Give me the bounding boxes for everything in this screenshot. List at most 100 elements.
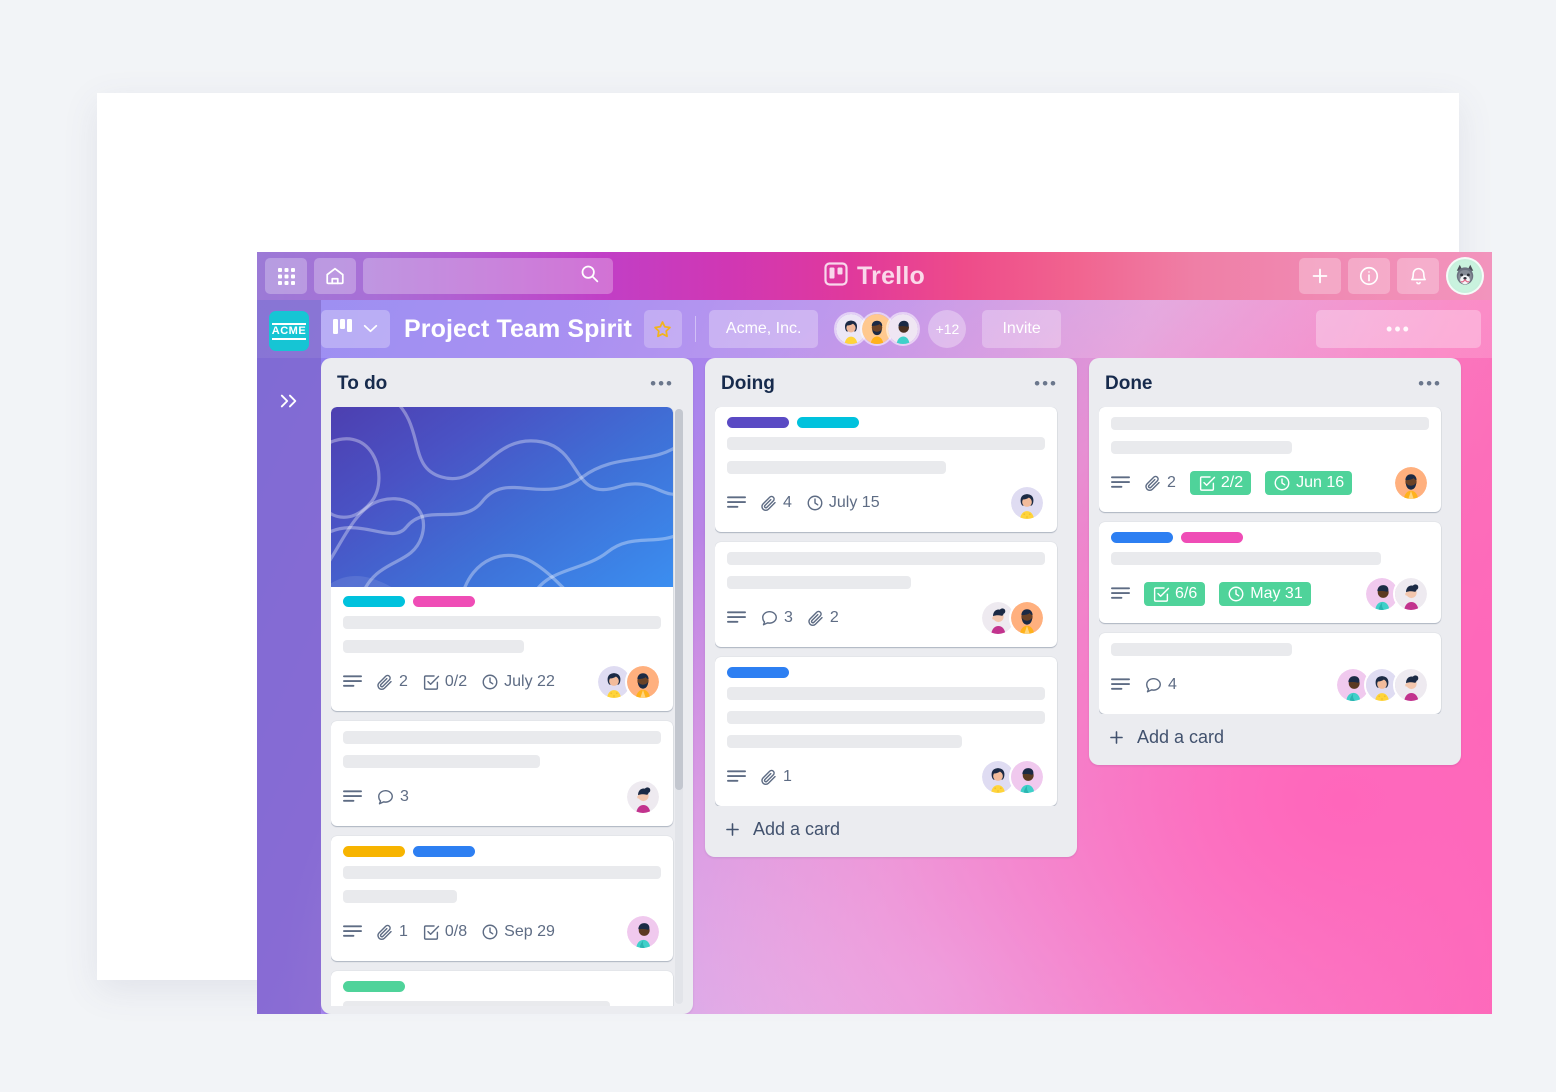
card-label[interactable] (343, 596, 405, 607)
card[interactable]: 1 0/8 Sep 29 (331, 836, 673, 961)
checklist-icon (422, 923, 440, 941)
ellipsis-icon[interactable]: ••• (1414, 374, 1446, 394)
attachment-icon (1144, 474, 1162, 492)
avatar[interactable] (1393, 576, 1429, 612)
bell-icon[interactable] (1397, 258, 1439, 294)
card-body: 2 0/2 July 22 (331, 587, 673, 700)
card[interactable]: 2 2/2 Jun 16 (1099, 407, 1441, 512)
board-view-switcher[interactable] (321, 310, 390, 348)
add-a-card-button[interactable]: Add a card (715, 806, 1067, 849)
add-a-card-button[interactable]: Add a card (1099, 714, 1451, 757)
list-title: To do (337, 373, 388, 394)
card-badges: 2 2/2 Jun 16 (1111, 465, 1429, 501)
ellipsis-icon[interactable]: ••• (646, 374, 678, 394)
avatar[interactable] (625, 914, 661, 950)
card-label[interactable] (1181, 532, 1243, 543)
card-body: 4 (1111, 643, 1429, 703)
info-icon[interactable] (1348, 258, 1390, 294)
board-title: Project Team Spirit (404, 314, 632, 343)
card[interactable]: 3 (331, 721, 673, 826)
badge-attachment: 1 (760, 768, 792, 786)
description-icon (343, 789, 362, 805)
card[interactable]: 2 0/2 July 22 (331, 407, 673, 711)
description-icon (727, 610, 746, 626)
plus-icon (723, 820, 742, 839)
list-done: Done ••• 2 2/2 Jun 16 6/6 May 31 4 Add a card (1089, 358, 1461, 765)
scrollbar-thumb[interactable] (675, 409, 683, 790)
workspace-sidebar: ACME (257, 300, 321, 1014)
card-label[interactable] (797, 417, 859, 428)
description-icon (343, 674, 362, 690)
badge-text: 2 (1167, 474, 1176, 491)
card-label[interactable] (413, 846, 475, 857)
badge-text: 0/8 (444, 923, 468, 940)
card-label[interactable] (413, 596, 475, 607)
acme-workspace-logo[interactable]: ACME (269, 311, 309, 351)
account-avatar[interactable] (1446, 257, 1484, 295)
card-label[interactable] (727, 417, 789, 428)
board-canvas: To do ••• 2 0/2 July 22 3 1 0/8 Sep 29 Doing ••• 4 J… (321, 358, 1492, 1014)
badge-description (343, 789, 362, 805)
list-scrollbar[interactable] (675, 409, 683, 1004)
badge-text: 1 (399, 923, 408, 940)
home-icon[interactable] (314, 258, 356, 294)
workspace-name[interactable]: Acme, Inc. (708, 310, 819, 348)
card-label[interactable] (343, 981, 405, 992)
badge-attachment: 2 (376, 673, 408, 691)
card[interactable]: 1 (715, 657, 1057, 806)
card-title-placeholder (343, 866, 661, 879)
card-members (625, 779, 661, 815)
card-labels (343, 846, 661, 857)
search-input[interactable] (363, 258, 613, 294)
plus-icon[interactable] (1299, 258, 1341, 294)
star-icon[interactable] (643, 310, 682, 348)
badge-checklist: 0/8 (422, 923, 467, 941)
description-icon (1111, 677, 1130, 693)
card[interactable]: 4 July 15 (715, 407, 1057, 532)
card-label[interactable] (727, 667, 789, 678)
brand-name: Trello (857, 261, 925, 290)
avatar[interactable] (886, 312, 921, 346)
board-members (834, 312, 921, 346)
avatar[interactable] (1009, 485, 1045, 521)
board-menu-button[interactable]: ••• (1316, 310, 1481, 348)
card[interactable]: 6/6 May 31 (1099, 522, 1441, 623)
avatar[interactable] (1393, 667, 1429, 703)
avatar[interactable] (1009, 600, 1045, 636)
description-icon (727, 495, 746, 511)
ellipsis-icon[interactable]: ••• (1030, 374, 1062, 394)
board-header-bar: Project Team Spirit Acme, Inc. +12 Invit… (257, 300, 1492, 358)
chevron-double-right-icon[interactable] (257, 378, 321, 424)
badge-description (343, 674, 362, 690)
card-title-placeholder (343, 890, 458, 903)
card-badges: 32 (727, 600, 1045, 636)
description-icon (343, 924, 362, 940)
description-icon (1111, 586, 1130, 602)
member-overflow-count[interactable]: +12 (928, 310, 967, 348)
card-title-placeholder (1111, 552, 1382, 565)
card-label[interactable] (1111, 532, 1173, 543)
card[interactable] (331, 971, 673, 1006)
avatar[interactable] (625, 779, 661, 815)
header-divider (694, 316, 696, 342)
card-body: 6/6 May 31 (1111, 532, 1429, 612)
card[interactable]: 32 (715, 542, 1057, 647)
avatar[interactable] (1009, 759, 1045, 795)
badge-description (1111, 677, 1130, 693)
clock-icon (806, 494, 824, 512)
card-body: 2 2/2 Jun 16 (1111, 417, 1429, 501)
card-labels (727, 667, 1045, 678)
badge-attachment: 2 (1144, 474, 1176, 492)
avatar[interactable] (625, 664, 661, 700)
card[interactable]: 4 (1099, 633, 1441, 714)
avatar[interactable] (1393, 465, 1429, 501)
topbar-actions (1299, 252, 1484, 300)
grid-apps-icon[interactable] (265, 258, 307, 294)
card-badges: 4 July 15 (727, 485, 1045, 521)
card-title-placeholder (727, 687, 1045, 700)
invite-button[interactable]: Invite (982, 310, 1061, 348)
card-label[interactable] (343, 846, 405, 857)
badge-text: July 15 (828, 494, 880, 511)
attachment-icon (807, 609, 825, 627)
card-title-placeholder (1111, 417, 1429, 430)
